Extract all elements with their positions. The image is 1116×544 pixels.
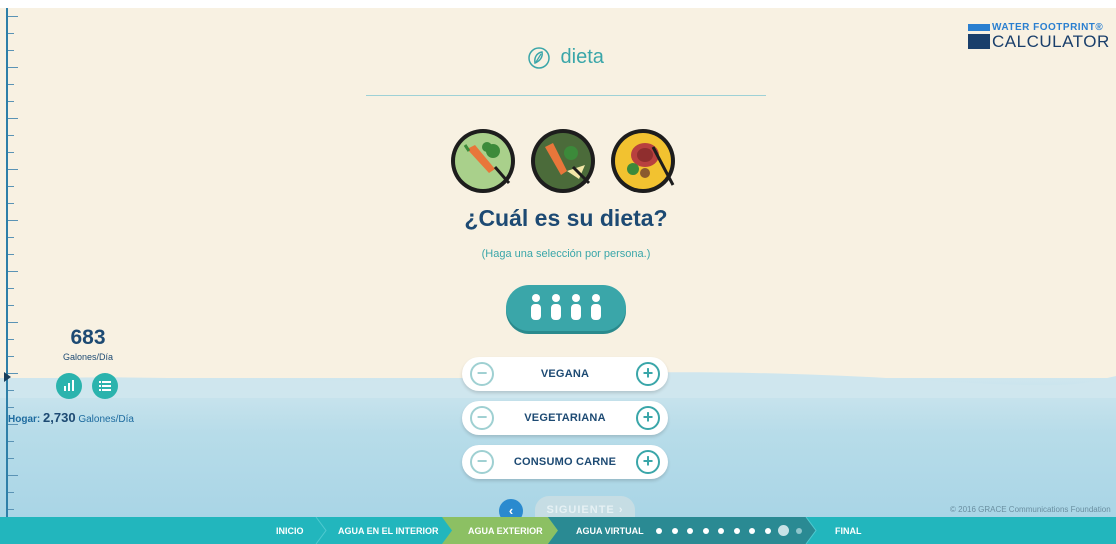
virtual-substep-dot[interactable]: [702, 527, 709, 534]
ruler-tick: [8, 339, 14, 340]
ruler-tick: [8, 67, 18, 68]
water-level-marker: [4, 372, 11, 382]
vegetarian-plate-icon: [531, 129, 595, 193]
ruler-tick: [8, 305, 14, 306]
decrease-consumo-carne-button[interactable]: −: [470, 450, 494, 474]
household-label: Hogar:: [8, 414, 41, 425]
virtual-substep-dot[interactable]: [795, 527, 802, 534]
ruler-tick: [8, 356, 14, 357]
personal-gallons-unit: Galones/Día: [62, 352, 114, 362]
ruler-tick: [8, 492, 14, 493]
increase-vegetariana-button[interactable]: +: [636, 406, 660, 430]
logo-mark-icon: [968, 24, 990, 49]
option-label: VEGANA: [540, 368, 590, 380]
section-title: dieta: [560, 46, 604, 68]
step-agua-exterior[interactable]: AGUA EXTERIOR: [468, 526, 543, 536]
back-button[interactable]: ‹: [499, 499, 523, 517]
option-vegetariana: − VEGETARIANA +: [462, 401, 668, 435]
household-unit: Galones/Día: [78, 414, 134, 425]
ruler-tick: [8, 101, 14, 102]
ruler-tick: [8, 458, 14, 459]
ruler-tick: [8, 509, 14, 510]
progress-steps-graphic: [315, 517, 817, 544]
people-selector-button[interactable]: [506, 285, 626, 331]
ruler-tick: [8, 186, 14, 187]
list-icon: [99, 381, 111, 391]
calculator-stage: WATER FOOTPRINT® CALCULATOR dieta ¿Cuál …: [0, 8, 1116, 517]
ruler-tick: [8, 288, 14, 289]
vegan-plate-icon: [451, 129, 515, 193]
ruler-tick: [8, 441, 14, 442]
option-vegana: − VEGANA +: [462, 357, 668, 391]
personal-gallons-value: 683: [70, 326, 106, 349]
virtual-substep-dot[interactable]: [718, 527, 724, 534]
people-icon: [531, 294, 601, 320]
ruler-tick: [8, 271, 18, 272]
diet-leaf-icon: [528, 46, 550, 69]
ruler-tick: [8, 237, 14, 238]
ruler-tick: [8, 407, 14, 408]
household-value: 2,730: [43, 410, 76, 425]
virtual-substep-dot[interactable]: [777, 525, 789, 536]
ruler-tick: [8, 16, 18, 17]
ruler-tick: [8, 118, 18, 119]
virtual-substep-dot[interactable]: [687, 527, 693, 534]
logo-line2: CALCULATOR: [992, 32, 1110, 51]
list-view-button[interactable]: [92, 373, 118, 399]
next-button[interactable]: SIGUIENTE ›: [535, 496, 635, 517]
option-label: CONSUMO CARNE: [513, 456, 617, 468]
ruler-tick: [8, 50, 14, 51]
meat-plate-icon: [611, 129, 675, 193]
diet-question: ¿Cuál es su dieta?: [464, 205, 668, 231]
ruler-tick: [8, 390, 14, 391]
bar-chart-icon: [64, 380, 74, 391]
increase-vegana-button[interactable]: +: [636, 362, 660, 386]
ruler-tick: [8, 135, 14, 136]
diet-hint: (Haga una selección por persona.): [481, 248, 651, 260]
option-label: VEGETARIANA: [524, 412, 606, 424]
ruler-tick: [8, 152, 14, 153]
ruler-tick: [8, 169, 18, 170]
water-footprint-logo[interactable]: WATER FOOTPRINT® CALCULATOR: [968, 22, 1110, 56]
ruler-tick: [8, 254, 14, 255]
diet-plates-illustration: [451, 129, 675, 193]
ruler-tick: [8, 475, 18, 476]
virtual-substep-dot[interactable]: [764, 527, 771, 534]
virtual-substep-dot[interactable]: [671, 527, 678, 534]
step-agua-interior[interactable]: AGUA EN EL INTERIOR: [338, 526, 439, 536]
section-header: dieta: [366, 46, 766, 96]
increase-consumo-carne-button[interactable]: +: [636, 450, 660, 474]
copyright-text: © 2016 GRACE Communications Foundation: [950, 505, 1111, 514]
virtual-substep-dot[interactable]: [656, 527, 662, 534]
step-final[interactable]: FINAL: [835, 526, 862, 536]
progress-bar: INICIO AGUA EN EL INTERIOR AGUA EXTERIOR…: [0, 517, 1116, 544]
step-agua-virtual[interactable]: AGUA VIRTUAL: [576, 526, 644, 536]
step-inicio[interactable]: INICIO: [276, 526, 304, 536]
ruler-tick: [8, 33, 14, 34]
ruler-tick: [8, 322, 18, 323]
decrease-vegetariana-button[interactable]: −: [470, 406, 494, 430]
chart-view-button[interactable]: [56, 373, 82, 399]
virtual-substep-dot[interactable]: [749, 527, 755, 534]
ruler-tick: [8, 220, 18, 221]
ruler-tick: [8, 84, 14, 85]
option-consumo-carne: − CONSUMO CARNE +: [462, 445, 668, 479]
virtual-substep-dot[interactable]: [733, 527, 740, 534]
ruler-tick: [8, 203, 14, 204]
household-total: Hogar: 2,730 Galones/Día: [8, 410, 134, 425]
decrease-vegana-button[interactable]: −: [470, 362, 494, 386]
